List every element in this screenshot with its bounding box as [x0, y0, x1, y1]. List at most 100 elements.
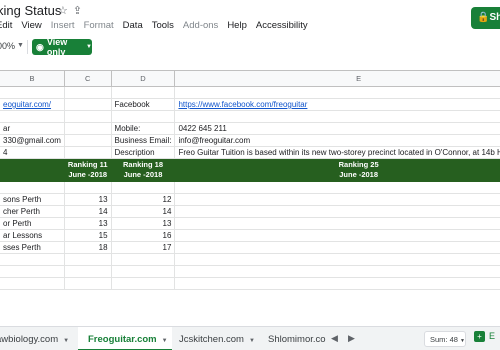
- info-row: 4 Description Freo Guitar Tuition is based…: [0, 146, 500, 159]
- cell[interactable]: 13: [63, 193, 112, 206]
- cell[interactable]: ar Lessons: [0, 229, 65, 242]
- menu-accessibility[interactable]: Accessibility: [256, 20, 308, 36]
- cell[interactable]: 14: [110, 205, 176, 218]
- cell[interactable]: [110, 265, 176, 278]
- lock-icon: 🔒: [477, 12, 490, 23]
- cell[interactable]: [63, 86, 112, 99]
- cell[interactable]: [110, 253, 176, 266]
- cell[interactable]: [0, 277, 65, 290]
- cell[interactable]: 12: [110, 193, 176, 206]
- cell[interactable]: [174, 181, 500, 194]
- cell[interactable]: [174, 253, 500, 266]
- view-only-button[interactable]: ◉ View only ▼: [32, 37, 92, 57]
- cell[interactable]: [110, 110, 176, 123]
- cell[interactable]: Freo Guitar Tuition is based within its …: [174, 146, 500, 159]
- info-row: [0, 110, 500, 123]
- cell[interactable]: sons Perth: [0, 193, 65, 206]
- menu-tools[interactable]: Tools: [152, 20, 174, 36]
- cell[interactable]: [0, 86, 65, 99]
- cell[interactable]: 330@gmail.com: [0, 134, 65, 147]
- cell[interactable]: [63, 134, 112, 147]
- cell[interactable]: [63, 181, 112, 194]
- menu-add-ons[interactable]: Add-ons: [183, 20, 218, 36]
- eye-icon: ◉: [36, 41, 44, 52]
- ranking-header-line: Ranking 25: [338, 160, 379, 169]
- cell[interactable]: 14: [174, 193, 500, 206]
- cell[interactable]: https://www.facebook.com/freoguitar: [174, 98, 500, 111]
- ranking-header-line: June -2018: [68, 170, 108, 179]
- scroll-left-icon[interactable]: ◀: [331, 333, 338, 344]
- cell[interactable]: 16: [110, 229, 176, 242]
- cell[interactable]: Description: [110, 146, 176, 159]
- menu-insert[interactable]: Insert: [51, 20, 75, 36]
- cell[interactable]: sses Perth: [0, 241, 65, 254]
- cell[interactable]: 13: [110, 217, 176, 230]
- cell[interactable]: [0, 181, 65, 194]
- chevron-down-icon[interactable]: ▼: [17, 42, 24, 49]
- cell[interactable]: 0422 645 211: [174, 122, 500, 135]
- menu-data[interactable]: Data: [123, 20, 143, 36]
- cell[interactable]: [0, 265, 65, 278]
- menu-format[interactable]: Format: [84, 20, 114, 36]
- sum-indicator[interactable]: Sum: 48 ▼: [424, 331, 466, 347]
- spreadsheet-grid[interactable]: BCDEFGHIJ eoguitar.com/Facebookhttps://ww…: [0, 70, 500, 325]
- cell[interactable]: 13: [63, 217, 112, 230]
- cell[interactable]: [110, 277, 176, 290]
- column-header-e[interactable]: E: [174, 70, 500, 87]
- column-header-d[interactable]: D: [110, 70, 176, 87]
- cell[interactable]: Business Email:: [110, 134, 176, 147]
- cell[interactable]: [63, 122, 112, 135]
- cell[interactable]: 14: [174, 205, 500, 218]
- menu-help[interactable]: Help: [227, 20, 247, 36]
- sheet-tab-shlomimor[interactable]: Shlomimor.co: [268, 327, 326, 350]
- cell[interactable]: 4: [0, 146, 65, 159]
- cell[interactable]: [63, 277, 112, 290]
- ranking-header-cell[interactable]: Ranking 18 June -2018: [110, 158, 176, 182]
- cell[interactable]: Mobile:: [110, 122, 176, 135]
- cell[interactable]: 18: [63, 241, 112, 254]
- ranking-header-cell[interactable]: Ranking 25 June -2018: [174, 158, 500, 182]
- move-icon[interactable]: ⇪: [73, 5, 82, 17]
- ranking-header-line: Ranking 11: [67, 160, 108, 169]
- column-header-b[interactable]: B: [0, 70, 65, 87]
- cell[interactable]: [63, 253, 112, 266]
- document-title[interactable]: king Status: [0, 3, 61, 18]
- cell[interactable]: [110, 86, 176, 99]
- cell[interactable]: 12: [174, 217, 500, 230]
- cell[interactable]: Facebook: [110, 98, 176, 111]
- zoom-select[interactable]: 00%: [0, 41, 15, 51]
- cell[interactable]: [63, 146, 112, 159]
- cell[interactable]: [174, 265, 500, 278]
- cell[interactable]: [174, 86, 500, 99]
- cell[interactable]: 15: [63, 229, 112, 242]
- cell[interactable]: [174, 277, 500, 290]
- cell[interactable]: [63, 98, 112, 111]
- ranking-header-cell[interactable]: Ranking 11 June -2018: [63, 158, 112, 182]
- cell[interactable]: [63, 265, 112, 278]
- star-icon[interactable]: ☆: [58, 5, 68, 17]
- cell[interactable]: [174, 110, 500, 123]
- column-header-c[interactable]: C: [63, 70, 112, 87]
- cell[interactable]: 17: [110, 241, 176, 254]
- ranking-header-cell[interactable]: [0, 158, 65, 182]
- cell[interactable]: [110, 181, 176, 194]
- scroll-right-icon[interactable]: ▶: [348, 333, 355, 344]
- cell[interactable]: 14: [63, 205, 112, 218]
- sheet-tab-freoguitar[interactable]: Freoguitar.com ▼: [78, 327, 172, 350]
- sheet-tab-awbiology[interactable]: awbiology.com ▼: [0, 327, 69, 350]
- cell[interactable]: eoguitar.com/: [0, 98, 65, 111]
- sheet-tab-jcskitchen[interactable]: Jcskitchen.com ▼: [179, 327, 255, 350]
- cell[interactable]: or Perth: [0, 217, 65, 230]
- cell[interactable]: cher Perth: [0, 205, 65, 218]
- cell[interactable]: [0, 253, 65, 266]
- cell[interactable]: [0, 110, 65, 123]
- menu-view[interactable]: View: [21, 20, 41, 36]
- cell[interactable]: info@freoguitar.com: [174, 134, 500, 147]
- share-button[interactable]: 🔒Sh: [471, 7, 500, 29]
- cell[interactable]: ar: [0, 122, 65, 135]
- cell[interactable]: [63, 110, 112, 123]
- menu-edit[interactable]: Edit: [0, 20, 12, 36]
- cell[interactable]: 21: [174, 241, 500, 254]
- explore-button[interactable]: + E: [474, 331, 500, 347]
- cell[interactable]: 17: [174, 229, 500, 242]
